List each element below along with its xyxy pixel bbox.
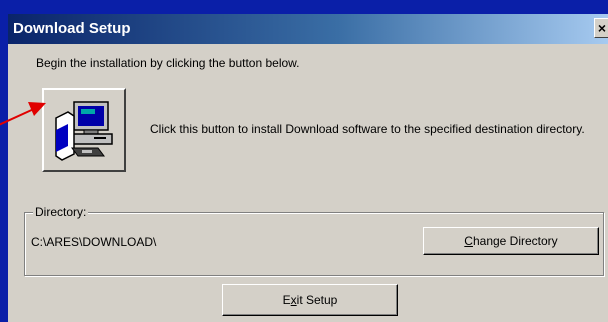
directory-legend: Directory: (33, 205, 89, 219)
change-directory-button[interactable]: Change Directory (423, 227, 599, 255)
exit-setup-button[interactable]: Exit Setup (222, 284, 398, 316)
exit-label-rest: it Setup (296, 293, 338, 307)
close-button[interactable]: × (594, 18, 608, 38)
directory-groupbox: Directory: C:\ARES\DOWNLOAD\ Change Dire… (24, 205, 604, 276)
red-arrow-icon (0, 102, 46, 126)
intro-text: Begin the installation by clicking the b… (36, 56, 300, 70)
install-button[interactable] (42, 88, 126, 172)
exit-label-prefix: E (282, 293, 291, 307)
change-label-rest: hange Directory (472, 234, 558, 248)
close-icon: × (597, 20, 607, 36)
change-mnemonic: C (464, 234, 473, 248)
title-bar[interactable]: Download Setup × (8, 14, 608, 44)
directory-path: C:\ARES\DOWNLOAD\ (31, 235, 157, 249)
window-title: Download Setup (13, 20, 131, 37)
download-setup-window: Download Setup × Begin the installation … (8, 14, 608, 322)
computer-setup-icon (55, 101, 113, 161)
install-description: Click this button to install Download so… (150, 122, 585, 136)
